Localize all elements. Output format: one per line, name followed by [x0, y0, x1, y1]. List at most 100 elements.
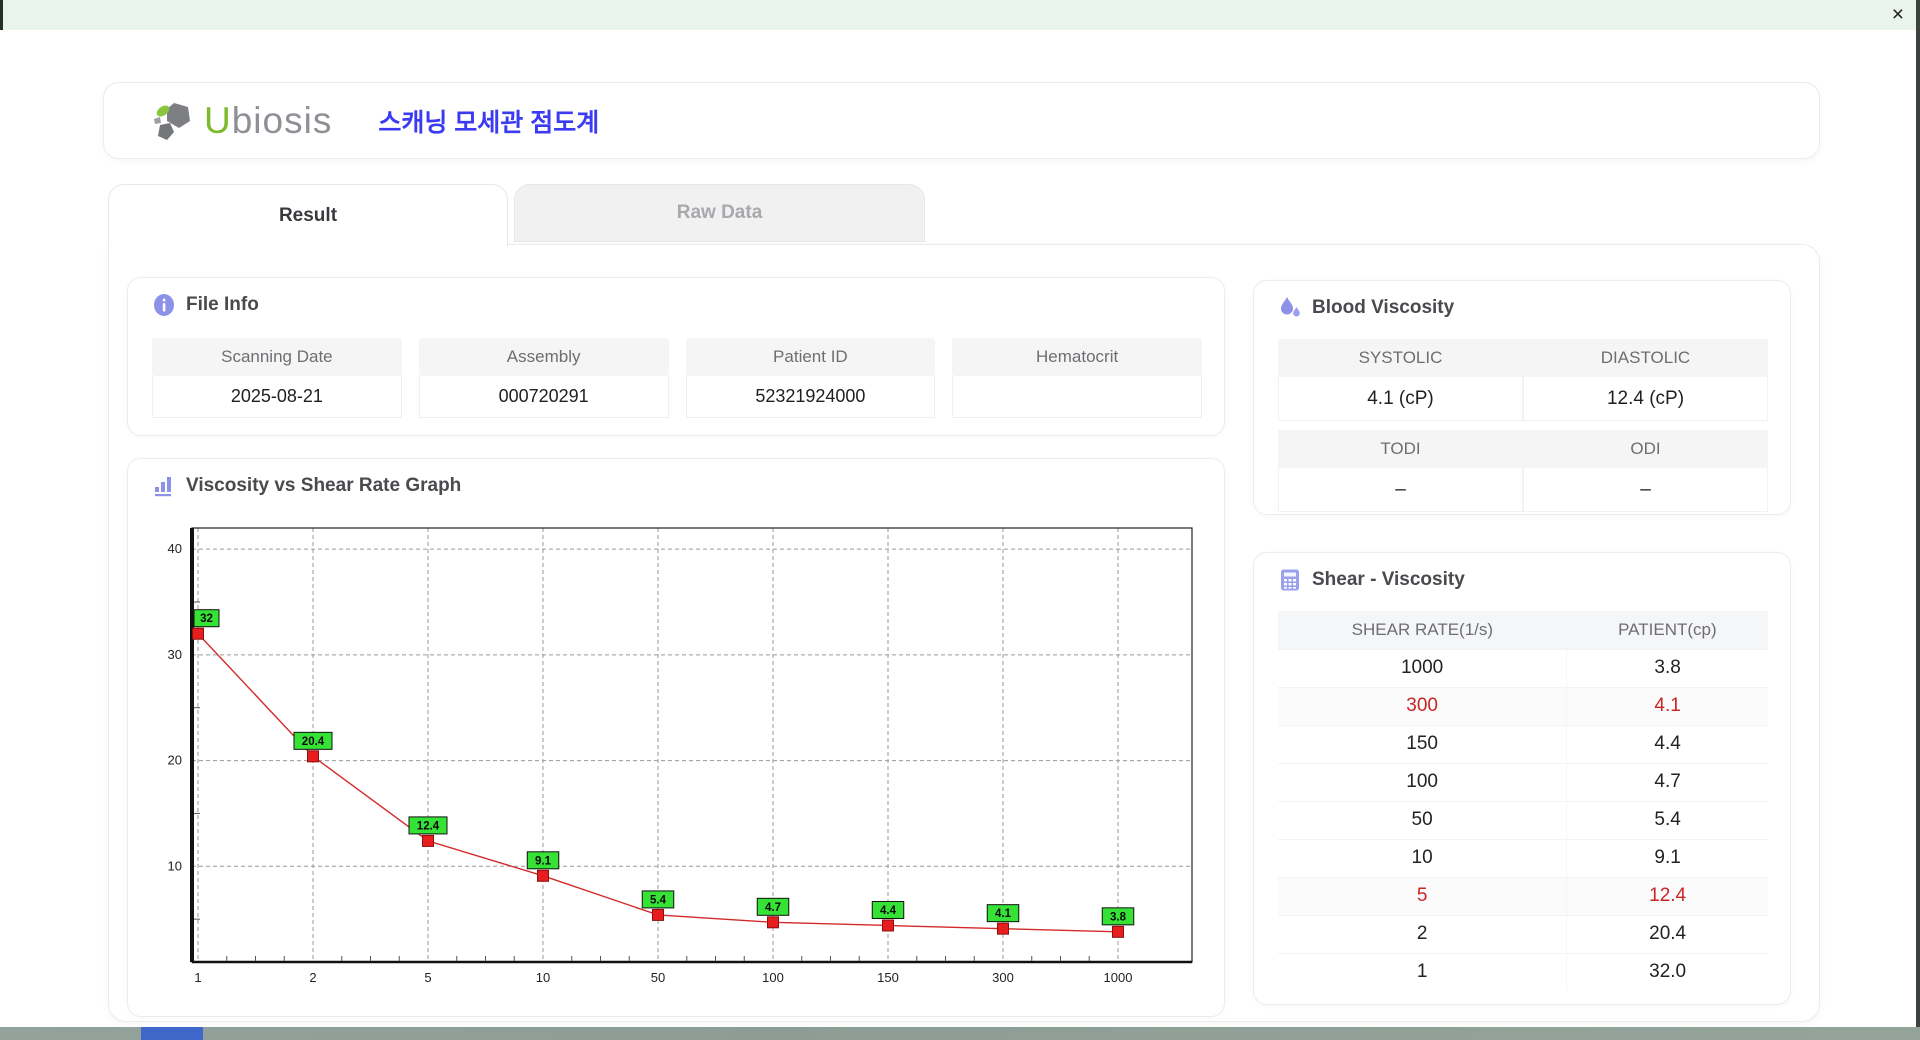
table-row: 300 4.1	[1278, 686, 1768, 725]
bv-label-diastolic: DIASTOLIC	[1523, 339, 1768, 377]
svg-text:4.1: 4.1	[995, 908, 1012, 920]
table-row: 1000 3.8	[1278, 648, 1768, 687]
window-titlebar: ×	[0, 0, 1920, 30]
patient-cp-cell: 4.1	[1566, 686, 1768, 725]
bv-value-systolic: 4.1 (cP)	[1278, 377, 1523, 421]
viscosity-shear-chart: 10 20 30 40 1 2 5 10 50 100 150 300 1000 32 20.4 12.4 9.…	[152, 514, 1202, 1004]
svg-text:4.7: 4.7	[765, 902, 781, 914]
field-label: Patient ID	[685, 338, 936, 376]
calculator-icon	[1281, 569, 1299, 591]
svg-text:10: 10	[168, 858, 182, 873]
chart-svg: 10 20 30 40 1 2 5 10 50 100 150 300 1000 32 20.4 12.4 9.…	[168, 527, 1193, 985]
field-value	[952, 376, 1202, 418]
patient-cp-cell: 4.7	[1566, 762, 1768, 801]
ubiosis-logo-icon	[154, 102, 190, 140]
table-row: 1 32.0	[1278, 952, 1768, 991]
table-row: 50 5.4	[1278, 800, 1768, 839]
info-icon	[154, 294, 174, 316]
svg-text:100: 100	[762, 970, 784, 985]
tab-result[interactable]: Result	[108, 184, 508, 246]
bar-chart-icon	[155, 477, 171, 497]
field-label: Hematocrit	[952, 338, 1202, 376]
svg-text:20: 20	[168, 753, 182, 768]
page-title: 스캐닝 모세관 점도계	[378, 108, 600, 137]
svg-text:9.1: 9.1	[535, 855, 552, 867]
svg-text:10: 10	[536, 970, 550, 985]
graph-title: Viscosity vs Shear Rate Graph	[186, 475, 462, 496]
bv-value-row: 4.1 (cP) 12.4 (cP)	[1278, 377, 1768, 421]
window-right-border	[1916, 0, 1920, 1040]
bv-label-odi: ODI	[1523, 430, 1768, 468]
bv-value-diastolic: 12.4 (cP)	[1523, 377, 1768, 421]
bv-header-row: SYSTOLIC DIASTOLIC	[1278, 339, 1768, 377]
shear-viscosity-title: Shear - Viscosity	[1312, 569, 1465, 590]
patient-cp-cell: 9.1	[1566, 838, 1768, 877]
bv-gap	[1278, 421, 1768, 430]
table-header-cell: PATIENT(cp)	[1566, 611, 1768, 649]
svg-text:150: 150	[877, 970, 899, 985]
svg-text:5: 5	[424, 970, 431, 985]
file-info-title: File Info	[186, 294, 259, 315]
field-value: 000720291	[418, 376, 669, 418]
bv-value-odi: –	[1523, 468, 1768, 512]
svg-text:2: 2	[309, 970, 316, 985]
close-icon[interactable]: ×	[1892, 2, 1904, 28]
shear-rate-cell: 5	[1278, 876, 1567, 915]
patient-cp-cell: 20.4	[1566, 914, 1768, 953]
shear-rate-cell: 50	[1278, 800, 1567, 839]
svg-text:5.4: 5.4	[650, 894, 667, 906]
taskbar-strip	[0, 1027, 1920, 1040]
tab-raw-data[interactable]: Raw Data	[514, 184, 925, 242]
tab-label: Raw Data	[676, 202, 763, 223]
patient-cp-cell: 12.4	[1566, 876, 1768, 915]
shear-rate-cell: 100	[1278, 762, 1567, 801]
patient-cp-cell: 3.8	[1566, 648, 1768, 687]
shear-rate-cell: 150	[1278, 724, 1567, 763]
table-row: 100 4.7	[1278, 762, 1768, 801]
shear-rate-cell: 2	[1278, 914, 1567, 953]
svg-text:300: 300	[992, 970, 1014, 985]
file-info-card: File Info Scanning Date 2025-08-21 Assembl…	[127, 277, 1225, 436]
blood-viscosity-card: Blood Viscosity SYSTOLIC DIASTOLIC 4.1 (cP…	[1253, 280, 1791, 515]
bv-value-todi: –	[1278, 468, 1523, 512]
ubiosis-logo-text: Ubiosis	[204, 99, 333, 141]
svg-text:4.4: 4.4	[880, 905, 897, 917]
graph-card: Viscosity vs Shear Rate Graph 10 20 30 40 1 2…	[127, 458, 1225, 1017]
shear-rate-cell: 300	[1278, 686, 1567, 725]
svg-text:3.8: 3.8	[1110, 911, 1127, 923]
svg-text:50: 50	[651, 970, 665, 985]
svg-text:1000: 1000	[1104, 970, 1133, 985]
svg-text:20.4: 20.4	[302, 736, 325, 748]
file-field-scanning-date: Scanning Date 2025-08-21	[152, 338, 402, 418]
shear-rate-cell: 1	[1278, 952, 1567, 991]
table-row: 150 4.4	[1278, 724, 1768, 763]
svg-text:30: 30	[168, 647, 182, 662]
svg-text:32: 32	[200, 613, 213, 625]
tab-label: Result	[278, 204, 338, 226]
table-row: 10 9.1	[1278, 838, 1768, 877]
droplets-icon	[1281, 297, 1300, 317]
file-field-assembly: Assembly 000720291	[418, 338, 669, 418]
patient-cp-cell: 4.4	[1566, 724, 1768, 763]
patient-cp-cell: 32.0	[1566, 952, 1768, 991]
field-value: 2025-08-21	[152, 376, 402, 418]
shear-rate-cell: 1000	[1278, 648, 1567, 687]
table-row: 5 12.4	[1278, 876, 1768, 915]
bv-value-row: – –	[1278, 468, 1768, 512]
taskbar-app-indicator[interactable]	[141, 1027, 203, 1040]
file-field-patient-id: Patient ID 52321924000	[685, 338, 936, 418]
field-label: Scanning Date	[152, 338, 402, 376]
shear-viscosity-table: SHEAR RATE(1/s) PATIENT(cp) 1000 3.8 300 4.1…	[1278, 611, 1768, 991]
shear-viscosity-card: Shear - Viscosity SHEAR RATE(1/s) PATIENT…	[1253, 552, 1791, 1005]
svg-text:12.4: 12.4	[417, 820, 440, 832]
file-field-hematocrit: Hematocrit	[952, 338, 1202, 418]
shear-rate-cell: 10	[1278, 838, 1567, 877]
field-value: 52321924000	[685, 376, 936, 418]
bv-header-row: TODI ODI	[1278, 430, 1768, 468]
table-row: 2 20.4	[1278, 914, 1768, 953]
svg-text:40: 40	[168, 541, 182, 556]
bv-label-todi: TODI	[1278, 430, 1523, 468]
app-header: Ubiosis 스캐닝 모세관 점도계	[103, 82, 1820, 159]
field-label: Assembly	[418, 338, 669, 376]
patient-cp-cell: 5.4	[1566, 800, 1768, 839]
